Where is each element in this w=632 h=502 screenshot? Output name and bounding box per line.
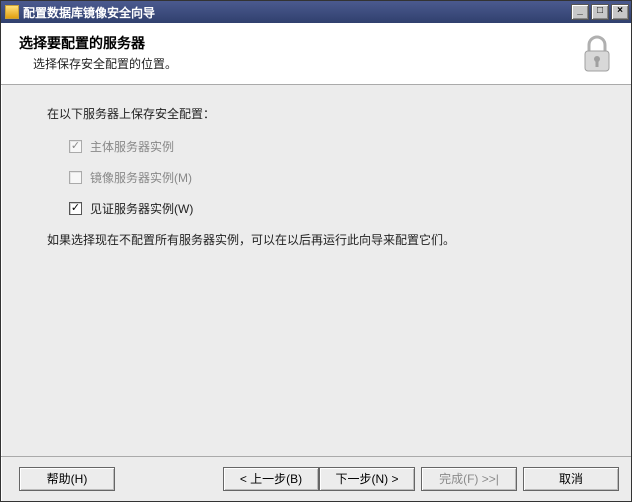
checkbox-principal: ✓ (69, 140, 82, 153)
wizard-window: 配置数据库镜像安全向导 _ □ × 选择要配置的服务器 选择保存安全配置的位置。… (0, 0, 632, 502)
lock-icon (577, 33, 617, 77)
wizard-header: 选择要配置的服务器 选择保存安全配置的位置。 (1, 23, 631, 85)
finish-button: 完成(F) >>| (421, 467, 517, 491)
close-button[interactable]: × (611, 4, 629, 20)
window-title: 配置数据库镜像安全向导 (23, 4, 571, 21)
content-area: 在以下服务器上保存安全配置： ✓ 主体服务器实例 镜像服务器实例(M) ✓ 见证… (1, 85, 631, 456)
maximize-button[interactable]: □ (591, 4, 609, 20)
page-subtitle: 选择保存安全配置的位置。 (33, 55, 617, 72)
page-title: 选择要配置的服务器 (19, 33, 617, 53)
app-icon (5, 5, 19, 19)
minimize-button[interactable]: _ (571, 4, 589, 20)
label-mirror: 镜像服务器实例(M) (90, 169, 192, 186)
title-bar: 配置数据库镜像安全向导 _ □ × (1, 1, 631, 23)
label-principal: 主体服务器实例 (90, 138, 174, 155)
instruction-text: 在以下服务器上保存安全配置： (47, 105, 595, 122)
option-principal: ✓ 主体服务器实例 (69, 138, 595, 155)
back-button[interactable]: < 上一步(B) (223, 467, 319, 491)
cancel-button[interactable]: 取消 (523, 467, 619, 491)
checkbox-mirror (69, 171, 82, 184)
next-button[interactable]: 下一步(N) > (319, 467, 415, 491)
help-button[interactable]: 帮助(H) (19, 467, 115, 491)
option-mirror: 镜像服务器实例(M) (69, 169, 595, 186)
hint-text: 如果选择现在不配置所有服务器实例，可以在以后再运行此向导来配置它们。 (47, 231, 595, 248)
window-controls: _ □ × (571, 4, 629, 20)
nav-buttons: < 上一步(B) 下一步(N) > (223, 467, 415, 491)
checkbox-witness[interactable]: ✓ (69, 202, 82, 215)
options-group: ✓ 主体服务器实例 镜像服务器实例(M) ✓ 见证服务器实例(W) (69, 138, 595, 217)
wizard-footer: 帮助(H) < 上一步(B) 下一步(N) > 完成(F) >>| 取消 (1, 456, 631, 501)
option-witness[interactable]: ✓ 见证服务器实例(W) (69, 200, 595, 217)
label-witness: 见证服务器实例(W) (90, 200, 193, 217)
